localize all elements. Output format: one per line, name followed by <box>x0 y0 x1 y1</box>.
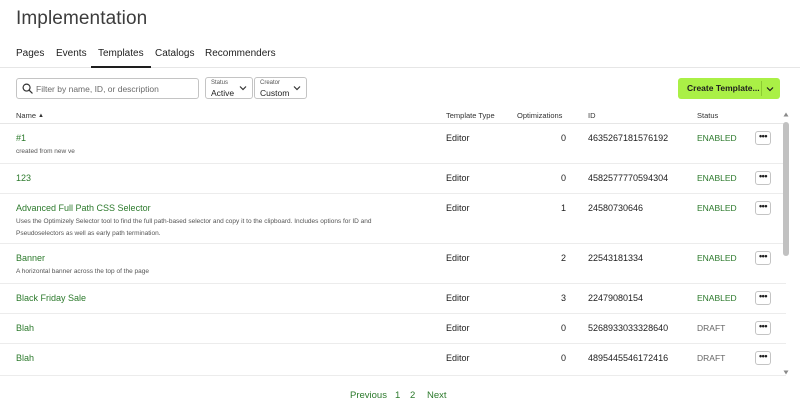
status-badge: ENABLED <box>697 253 737 263</box>
chevron-down-icon <box>293 86 301 91</box>
scrollbar-thumb[interactable] <box>783 122 789 256</box>
template-optimizations: 0 <box>560 173 566 183</box>
template-name-link[interactable]: Blah <box>16 323 34 333</box>
tab-events[interactable]: Events <box>56 48 87 68</box>
status-badge: ENABLED <box>697 173 737 183</box>
pagination-next[interactable]: Next <box>427 390 447 401</box>
table-row[interactable]: Blah Editor 0 5268933033328640 DRAFT ••• <box>0 314 786 344</box>
template-name-link[interactable]: Black Friday Sale <box>16 293 86 303</box>
table-row[interactable]: Advanced Full Path CSS Selector Uses the… <box>0 194 786 244</box>
chevron-down-icon <box>239 86 247 91</box>
template-optimizations: 0 <box>560 353 566 363</box>
pagination: Previous 1 2 Next <box>0 390 800 404</box>
tab-recommenders[interactable]: Recommenders <box>205 48 276 68</box>
status-badge: ENABLED <box>697 133 737 143</box>
tab-templates[interactable]: Templates <box>91 48 151 68</box>
template-id: 22543181334 <box>588 253 644 263</box>
template-id: 4635267181576192 <box>588 133 669 143</box>
more-options-button[interactable]: ••• <box>755 251 771 265</box>
template-id: 4582577770594304 <box>588 173 669 183</box>
column-header-id: ID <box>588 111 596 120</box>
status-badge: ENABLED <box>697 293 737 303</box>
template-type: Editor <box>446 293 470 303</box>
more-options-button[interactable]: ••• <box>755 351 771 365</box>
table-row[interactable]: Banner A horizontal banner across the to… <box>0 244 786 284</box>
table-row[interactable]: #1 created from new ve Editor 0 46352671… <box>0 124 786 164</box>
chevron-down-icon[interactable] <box>766 86 774 92</box>
template-type: Editor <box>446 353 470 363</box>
status-dropdown-value: Active <box>211 88 235 98</box>
pagination-page-2[interactable]: 2 <box>410 390 415 401</box>
column-header-type: Template Type <box>446 111 495 120</box>
table-scrollbar[interactable] <box>781 112 791 380</box>
button-divider <box>761 81 762 96</box>
creator-dropdown[interactable]: Creator Custom <box>254 77 307 99</box>
status-badge: DRAFT <box>697 353 726 363</box>
template-optimizations: 2 <box>560 253 566 263</box>
creator-dropdown-label: Creator <box>260 80 281 86</box>
template-name-link[interactable]: #1 <box>16 133 26 143</box>
template-name-link[interactable]: Banner <box>16 253 45 263</box>
template-name-link[interactable]: 123 <box>16 173 31 183</box>
template-description: created from new ve <box>16 148 75 155</box>
pagination-previous[interactable]: Previous <box>350 390 387 401</box>
tab-pages[interactable]: Pages <box>16 48 44 68</box>
tab-bar: Pages Events Templates Catalogs Recommen… <box>0 48 800 68</box>
tab-catalogs[interactable]: Catalogs <box>155 48 194 68</box>
column-header-name[interactable]: Name ▲ <box>16 111 44 120</box>
template-type: Editor <box>446 253 470 263</box>
template-type: Editor <box>446 173 470 183</box>
template-id: 24580730646 <box>588 203 644 213</box>
scroll-down-arrow-icon[interactable] <box>783 370 789 375</box>
template-name-link[interactable]: Advanced Full Path CSS Selector <box>16 203 151 213</box>
search-icon <box>22 83 33 94</box>
create-template-button[interactable]: Create Template... <box>678 78 780 99</box>
table-row[interactable]: Black Friday Sale Editor 3 22479080154 E… <box>0 284 786 314</box>
template-type: Editor <box>446 203 470 213</box>
status-badge: ENABLED <box>697 203 737 213</box>
filter-input[interactable] <box>36 81 196 96</box>
scroll-up-arrow-icon[interactable] <box>783 112 789 117</box>
more-options-button[interactable]: ••• <box>755 291 771 305</box>
table-header: Name ▲ Template Type Optimizations ID Sta… <box>0 108 786 124</box>
creator-dropdown-value: Custom <box>260 88 290 98</box>
more-options-button[interactable]: ••• <box>755 131 771 145</box>
template-description: Uses the Optimizely Selector tool to fin… <box>16 218 372 237</box>
template-type: Editor <box>446 133 470 143</box>
template-optimizations: 3 <box>560 293 566 303</box>
table-row[interactable]: 123 Editor 0 4582577770594304 ENABLED ••… <box>0 164 786 194</box>
more-options-button[interactable]: ••• <box>755 171 771 185</box>
pagination-page-1[interactable]: 1 <box>395 390 400 401</box>
more-options-button[interactable]: ••• <box>755 321 771 335</box>
template-optimizations: 1 <box>560 203 566 213</box>
column-header-name-label: Name <box>16 111 37 120</box>
more-options-button[interactable]: ••• <box>755 201 771 215</box>
template-optimizations: 0 <box>560 323 566 333</box>
column-header-optimizations: Optimizations <box>517 111 563 120</box>
page-title: Implementation <box>16 8 148 29</box>
template-description: A horizontal banner across the top of th… <box>16 268 149 275</box>
sort-ascending-icon: ▲ <box>38 113 44 119</box>
status-dropdown-label: Status <box>211 80 229 86</box>
template-optimizations: 0 <box>560 133 566 143</box>
template-id: 5268933033328640 <box>588 323 669 333</box>
template-id: 22479080154 <box>588 293 644 303</box>
templates-table: #1 created from new ve Editor 0 46352671… <box>0 124 786 376</box>
status-dropdown[interactable]: Status Active <box>205 77 253 99</box>
status-badge: DRAFT <box>697 323 726 333</box>
template-id: 4895445546172416 <box>588 353 669 363</box>
filter-field[interactable] <box>16 78 199 99</box>
table-row[interactable]: Blah Editor 0 4895445546172416 DRAFT ••• <box>0 344 786 376</box>
create-template-label: Create Template... <box>687 83 760 93</box>
template-name-link[interactable]: Blah <box>16 353 34 363</box>
column-header-status: Status <box>697 111 719 120</box>
template-type: Editor <box>446 323 470 333</box>
